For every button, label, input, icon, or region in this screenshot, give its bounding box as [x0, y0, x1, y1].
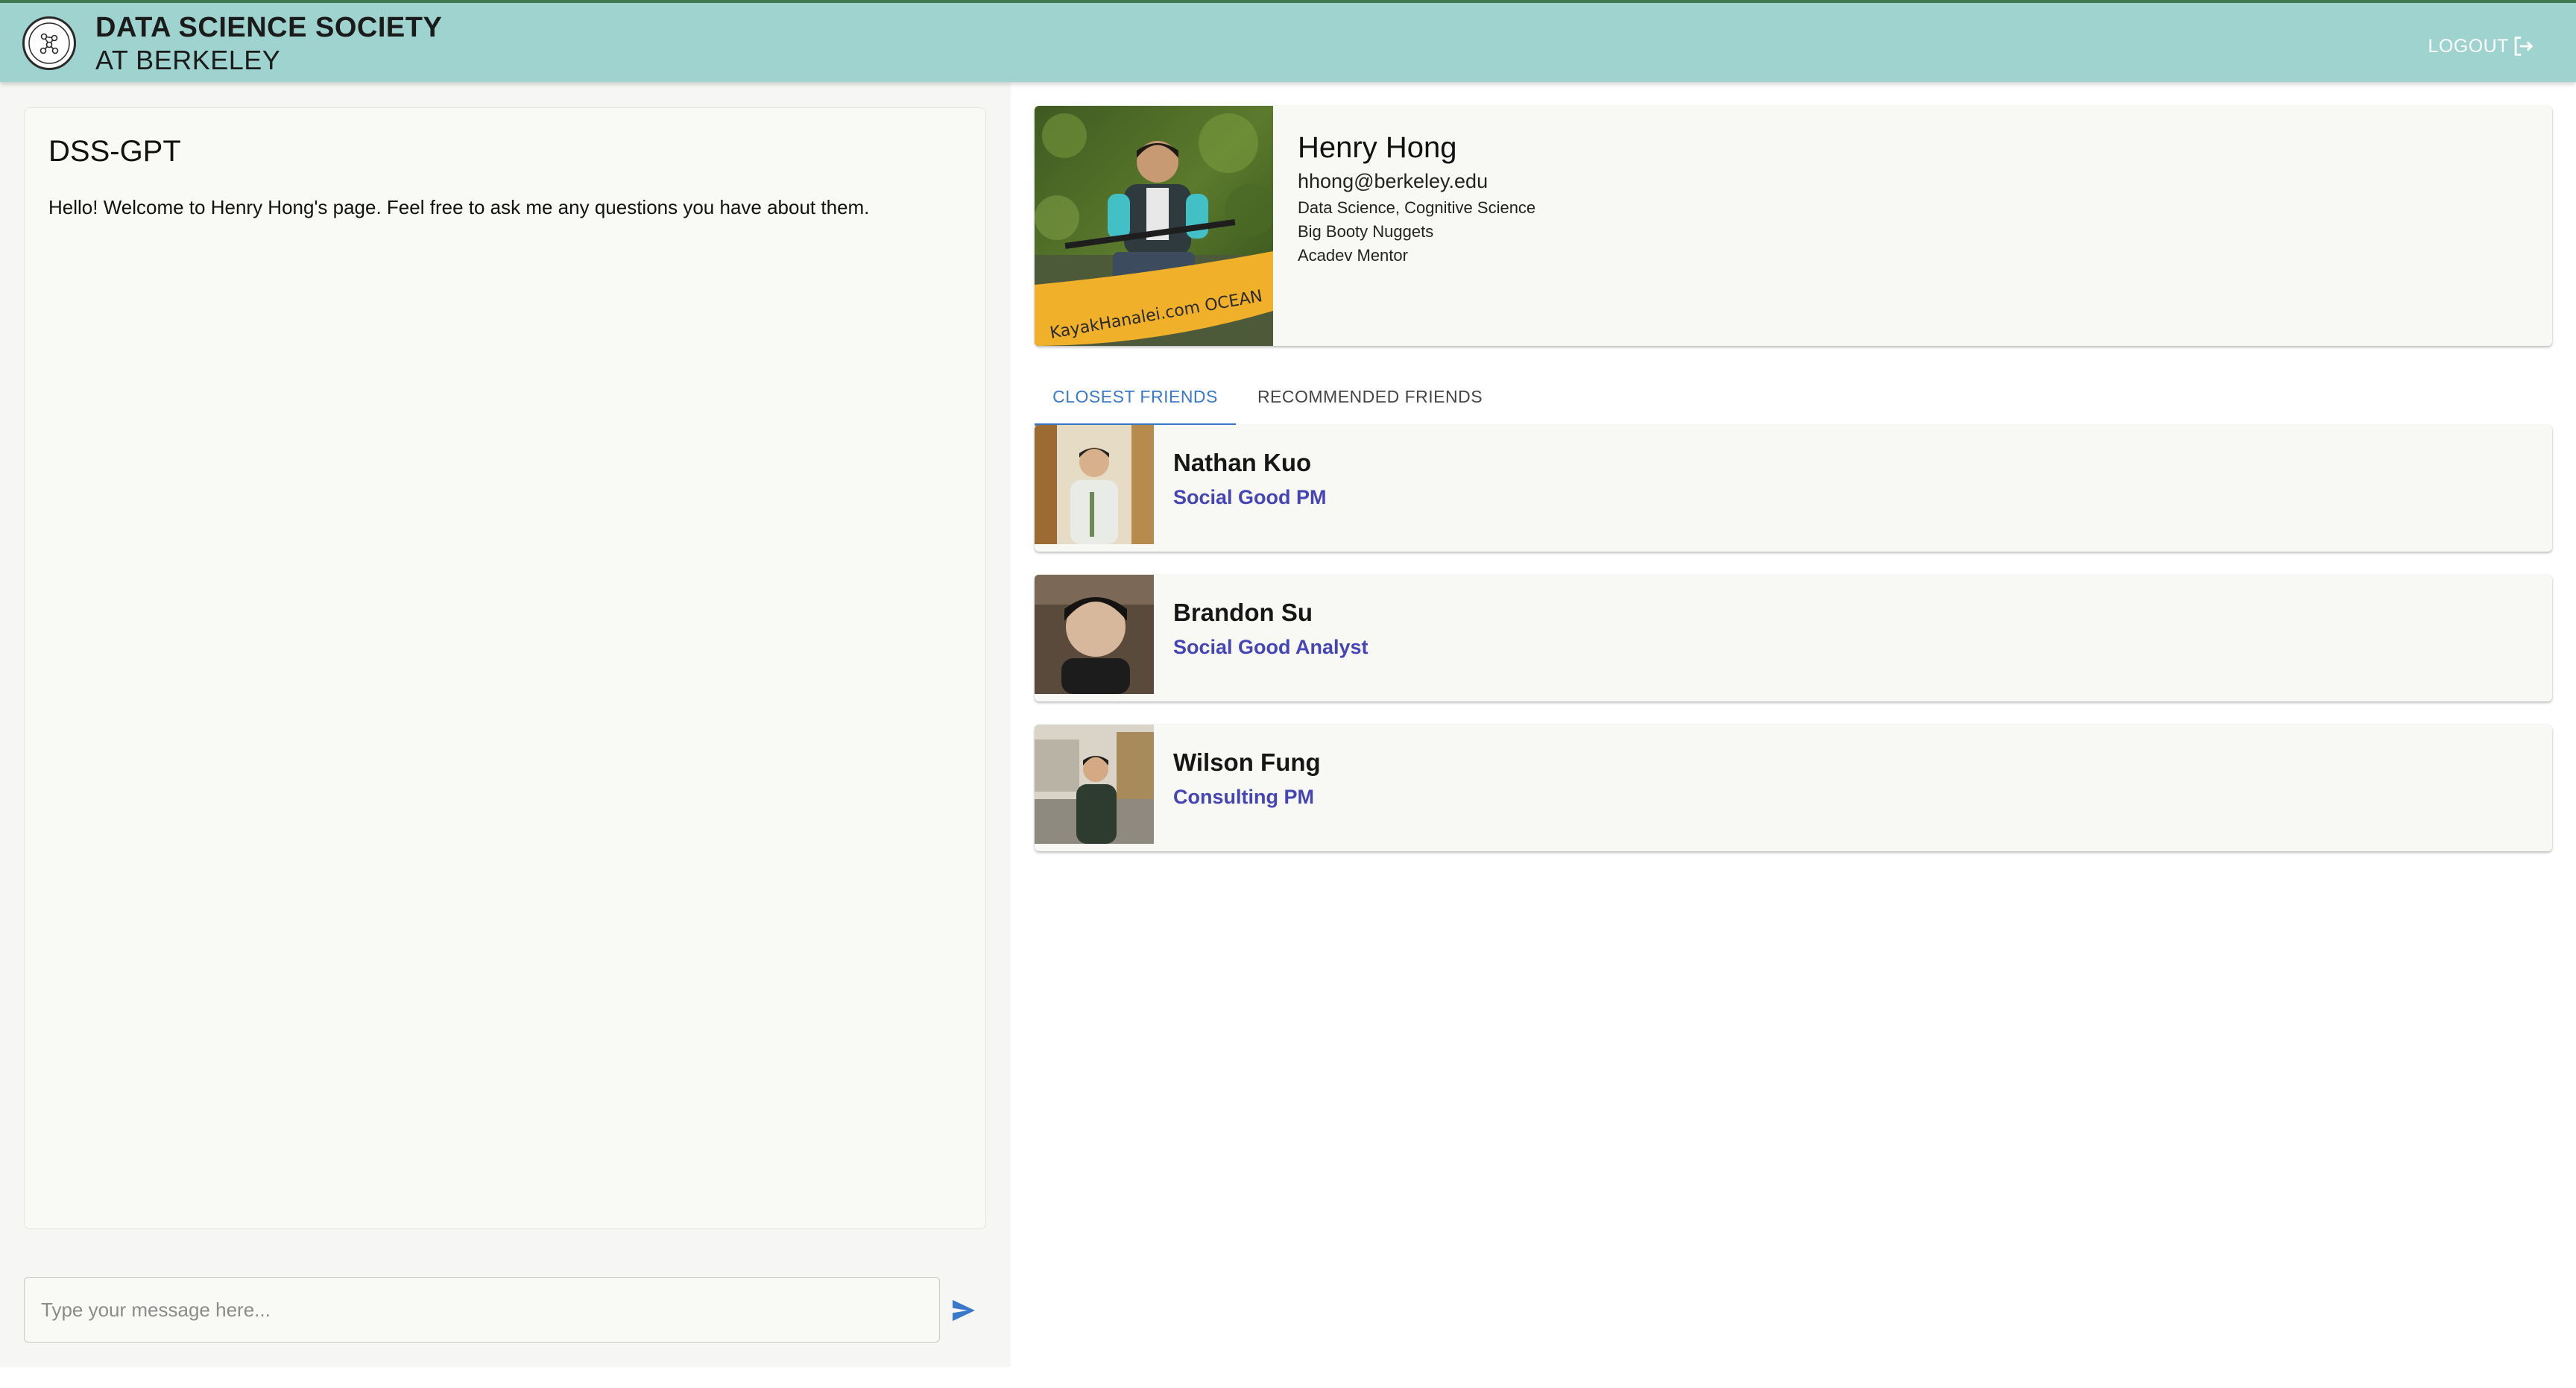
logout-label: LOGOUT	[2428, 35, 2509, 57]
chat-title: DSS-GPT	[48, 135, 181, 168]
profile-email: hhong@berkeley.edu	[1298, 170, 1489, 192]
brand-title: DATA SCIENCE SOCIETY	[95, 12, 443, 43]
logout-button[interactable]: LOGOUT	[2428, 31, 2536, 61]
profile-team: Big Booty Nuggets	[1298, 222, 1434, 241]
logout-icon	[2514, 37, 2534, 56]
friend-photo	[1035, 425, 1154, 544]
friend-photo	[1035, 575, 1154, 694]
friend-role: Consulting PM	[1173, 786, 1314, 808]
chat-message: Hello! Welcome to Henry Hong's page. Fee…	[48, 196, 870, 218]
profile-card: KayakHanalei.com OCEAN Henry Hong hhong@…	[1035, 106, 2552, 346]
tab-closest-friends[interactable]: CLOSEST FRIENDS	[1035, 367, 1236, 426]
send-button[interactable]	[949, 1296, 979, 1325]
chat-window: DSS-GPT Hello! Welcome to Henry Hong's p…	[24, 107, 986, 1229]
profile-photo: KayakHanalei.com OCEAN	[1035, 106, 1273, 346]
profile-majors: Data Science, Cognitive Science	[1298, 198, 1536, 217]
friend-name: Wilson Fung	[1173, 748, 1321, 776]
dss-logo-icon[interactable]	[22, 16, 76, 70]
send-icon	[953, 1299, 975, 1322]
friend-card[interactable]: Wilson Fung Consulting PM	[1035, 725, 2552, 851]
tab-recommended-friends[interactable]: RECOMMENDED FRIENDS	[1236, 367, 1504, 423]
friend-card[interactable]: Brandon Su Social Good Analyst	[1035, 575, 2552, 701]
top-header: DATA SCIENCE SOCIETY AT BERKELEY LOGOUT	[0, 0, 2576, 82]
friend-name: Brandon Su	[1173, 599, 1313, 626]
friend-photo	[1035, 725, 1154, 844]
chat-panel: DSS-GPT Hello! Welcome to Henry Hong's p…	[0, 82, 1011, 1367]
friend-name: Nathan Kuo	[1173, 449, 1312, 476]
message-input[interactable]	[24, 1277, 940, 1343]
profile-name: Henry Hong	[1298, 131, 1457, 164]
friend-role: Social Good Analyst	[1173, 636, 1368, 658]
friend-card[interactable]: Nathan Kuo Social Good PM	[1035, 425, 2552, 552]
friend-role: Social Good PM	[1173, 486, 1327, 508]
profile-role: Acadev Mentor	[1298, 246, 1408, 265]
brand-subtitle: AT BERKELEY	[95, 45, 281, 75]
